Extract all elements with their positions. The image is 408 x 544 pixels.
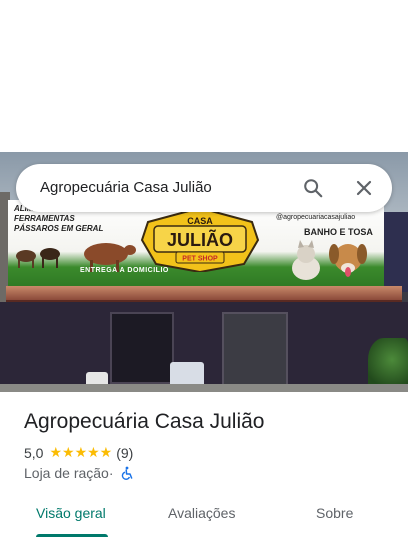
store-door (222, 312, 288, 392)
svg-text:CASA: CASA (187, 216, 213, 226)
tab-reviews[interactable]: Avaliações (168, 505, 235, 521)
instagram-handle: @agropecuariacasajuliao (276, 214, 356, 221)
review-count: (9) (116, 444, 134, 461)
place-tabs: Visão geral Avaliações Sobre (0, 498, 408, 544)
place-category: Loja de ração (24, 465, 109, 481)
separator-dot: · (108, 465, 114, 481)
star-rating-icon: ★★★★★ (49, 444, 113, 460)
sidewalk (0, 384, 408, 392)
side-sign (384, 212, 408, 292)
search-icon[interactable] (302, 177, 324, 199)
svg-text:PET SHOP: PET SHOP (182, 256, 218, 263)
category-row: Loja de ração · (24, 465, 134, 481)
search-input[interactable]: Agropecuária Casa Julião (40, 179, 212, 196)
store-logo: CASA JULIÃO PET SHOP (140, 208, 260, 272)
banner-right-text: @agropecuariacasajuliao BANHO E TOSA (276, 212, 373, 237)
tab-about[interactable]: Sobre (316, 505, 353, 521)
search-bar[interactable]: Agropecuária Casa Julião (16, 164, 392, 212)
pets-graphic (292, 240, 367, 280)
active-tab-indicator (36, 534, 108, 537)
svg-text:JULIÃO: JULIÃO (167, 229, 233, 250)
store-facade (0, 302, 408, 392)
wheelchair-icon (121, 466, 132, 480)
close-icon[interactable] (354, 178, 374, 198)
tab-overview[interactable]: Visão geral (36, 505, 106, 521)
rating-value: 5,0 (24, 444, 44, 461)
store-awning (6, 286, 402, 302)
store-window (110, 312, 174, 384)
rating-row[interactable]: 5,0 ★★★★★ (9) (24, 444, 133, 461)
place-title: Agropecuária Casa Julião (24, 410, 265, 433)
service-text: BANHO E TOSA (304, 227, 373, 237)
